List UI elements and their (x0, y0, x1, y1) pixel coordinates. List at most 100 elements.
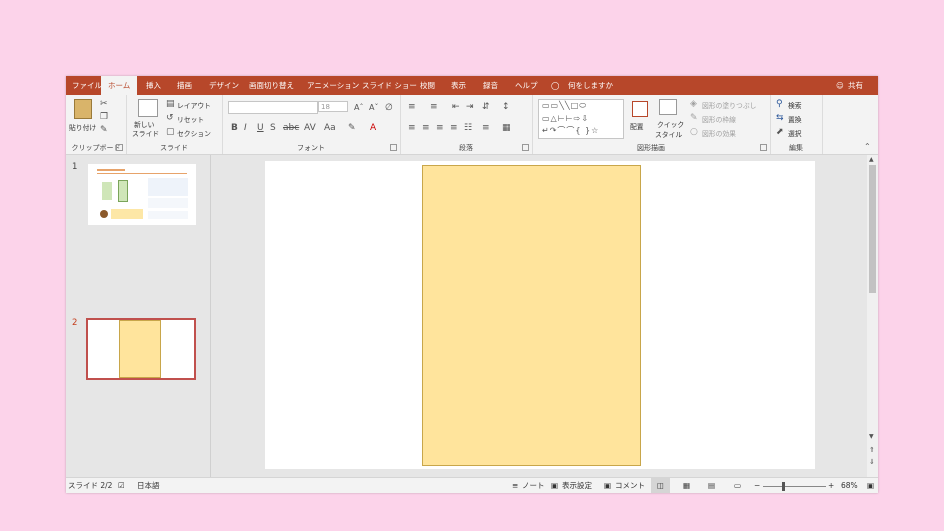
group-label-paragraph: 段落 (459, 144, 473, 152)
shape-outline-button[interactable]: 図形の枠線 (702, 114, 736, 124)
zoom-in-icon[interactable]: + (828, 478, 834, 493)
spellcheck-icon[interactable]: ☑ (118, 478, 125, 493)
grow-font-icon[interactable]: Aˆ (354, 103, 363, 113)
zoom-slider[interactable] (763, 486, 826, 487)
comments-button[interactable]: コメント (615, 478, 645, 493)
vertical-scrollbar[interactable]: ▲ ▼ ⇑ ⇓ (867, 155, 878, 477)
shapes-row-3[interactable]: ↵↷⌒⌒{ }☆ (542, 126, 599, 136)
highlight-icon[interactable]: ✎ (348, 123, 356, 133)
scroll-thumb[interactable] (869, 165, 876, 293)
find-icon: ⚲ (776, 99, 783, 109)
tab-transitions[interactable]: 画面切り替え (249, 76, 294, 95)
zoom-slider-thumb[interactable] (782, 482, 785, 491)
layout-button[interactable]: レイアウト (177, 100, 211, 110)
format-painter-icon[interactable]: ✎ (100, 125, 108, 135)
change-case-icon[interactable]: Aa (324, 123, 336, 133)
increase-indent-icon[interactable]: ⇥ (466, 102, 474, 112)
shapes-row-2[interactable]: ▭△⊢⊢⇨⇩ (542, 114, 589, 124)
normal-view-icon[interactable]: ◫ (651, 478, 671, 493)
quick-styles-label-1[interactable]: クイック (657, 119, 684, 129)
arrange-button[interactable]: 配置 (630, 121, 644, 131)
align-left-icon[interactable]: ≡ (408, 123, 416, 133)
line-spacing-icon[interactable]: ⇵ (482, 102, 490, 112)
zoom-out-icon[interactable]: − (754, 478, 760, 493)
language-indicator[interactable]: 日本語 (137, 478, 160, 493)
tab-view[interactable]: 表示 (451, 76, 466, 95)
reset-button[interactable]: リセット (177, 114, 204, 124)
strikethrough-icon[interactable]: abc (283, 123, 299, 133)
tab-file[interactable]: ファイル (72, 76, 102, 95)
shrink-font-icon[interactable]: Aˇ (369, 103, 378, 113)
replace-button[interactable]: 置換 (788, 114, 802, 124)
status-bar: スライド 2/2 ☑ 日本語 ≡ ノート ▣ 表示設定 ▣ コメント ◫ ▦ ▤… (66, 477, 878, 493)
bullets-icon[interactable]: ≡ (408, 102, 416, 112)
slide-sorter-icon[interactable]: ▦ (683, 478, 690, 493)
tab-insert[interactable]: 挿入 (146, 76, 161, 95)
underline-icon[interactable]: U (257, 123, 264, 133)
tab-animations[interactable]: アニメーション (307, 76, 359, 95)
section-button[interactable]: セクション (177, 128, 211, 138)
bold-icon[interactable]: B (231, 123, 238, 133)
cut-icon[interactable]: ✂ (100, 99, 108, 109)
reset-icon: ↺ (166, 113, 174, 123)
share-button[interactable]: 共有 (848, 76, 863, 95)
new-slide-label-2[interactable]: スライド (132, 128, 159, 138)
scroll-up-icon[interactable]: ▲ (869, 155, 874, 165)
tab-help[interactable]: ヘルプ (515, 76, 538, 95)
align-text-icon[interactable]: ≡ (482, 123, 490, 133)
font-size-input[interactable]: 18 (318, 101, 348, 112)
tab-home[interactable]: ホーム (101, 76, 138, 95)
shadow-icon[interactable]: S (270, 123, 276, 133)
shape-fill-button[interactable]: 図形の塗りつぶし (702, 100, 756, 110)
current-slide[interactable] (265, 161, 815, 469)
display-settings-button[interactable]: 表示設定 (562, 478, 592, 493)
align-center-icon[interactable]: ≡ (422, 123, 430, 133)
display-settings-icon: ▣ (551, 481, 559, 490)
font-name-input[interactable] (228, 101, 318, 114)
next-slide-icon[interactable]: ⇓ (869, 457, 875, 467)
justify-icon[interactable]: ≡ (450, 123, 458, 133)
char-spacing-icon[interactable]: AV (304, 123, 316, 133)
quick-styles-label-2[interactable]: スタイル (655, 129, 682, 139)
notes-button[interactable]: ノート (522, 478, 545, 493)
decrease-indent-icon[interactable]: ⇤ (452, 102, 460, 112)
tab-review[interactable]: 校閲 (420, 76, 435, 95)
align-right-icon[interactable]: ≡ (436, 123, 444, 133)
shape-effects-button[interactable]: 図形の効果 (702, 128, 736, 138)
numbering-icon[interactable]: ≡ (430, 102, 438, 112)
slide-thumbnail-1[interactable] (88, 164, 196, 225)
group-paragraph: ≡ ≡ ⇤ ⇥ ⇵ ↕ ≡ ≡ ≡ ≡ ☷ ≡ ▦ 段落 (400, 95, 533, 154)
dialog-launcher-icon[interactable] (522, 144, 529, 151)
find-button[interactable]: 検索 (788, 100, 802, 110)
shapes-row-1[interactable]: ▭▭╲╲□⬭ (542, 101, 587, 111)
slide-thumbnail-2[interactable] (86, 318, 196, 380)
font-color-icon[interactable]: A (370, 123, 376, 133)
group-editing: ⚲ 検索 ⇆ 置換 ⬈ 選択 編集 (770, 95, 823, 154)
tab-design[interactable]: デザイン (209, 76, 239, 95)
italic-icon[interactable]: I (244, 123, 247, 133)
smartart-icon[interactable]: ▦ (502, 123, 511, 133)
clear-format-icon[interactable]: ∅ (385, 103, 393, 113)
tab-slideshow[interactable]: スライド ショー (362, 76, 417, 95)
text-direction-icon[interactable]: ↕ (502, 102, 510, 112)
dialog-launcher-icon[interactable] (390, 144, 397, 151)
group-drawing: ▭▭╲╲□⬭ ▭△⊢⊢⇨⇩ ↵↷⌒⌒{ }☆ 配置 クイック スタイル ◈ 図形… (532, 95, 771, 154)
paste-button[interactable]: 貼り付け (69, 122, 96, 132)
scroll-down-icon[interactable]: ▼ (869, 432, 874, 442)
zoom-level[interactable]: 68% (841, 478, 858, 493)
slideshow-icon[interactable]: ▭ (734, 478, 741, 493)
shapes-gallery[interactable]: ▭▭╲╲□⬭ ▭△⊢⊢⇨⇩ ↵↷⌒⌒{ }☆ (538, 99, 624, 139)
tab-draw[interactable]: 描画 (177, 76, 192, 95)
select-button[interactable]: 選択 (788, 128, 802, 138)
tab-record[interactable]: 録音 (483, 76, 498, 95)
yellow-rectangle-shape[interactable] (422, 165, 641, 466)
fit-to-window-icon[interactable]: ▣ (867, 478, 874, 493)
copy-icon[interactable]: ❐ (100, 112, 108, 122)
columns-icon[interactable]: ☷ (464, 123, 472, 133)
tell-me-search[interactable]: 何をしますか (568, 76, 613, 95)
collapse-ribbon-icon[interactable]: ⌃ (864, 142, 871, 152)
dialog-launcher-icon[interactable] (116, 144, 123, 151)
dialog-launcher-icon[interactable] (760, 144, 767, 151)
reading-view-icon[interactable]: ▤ (708, 478, 715, 493)
previous-slide-icon[interactable]: ⇑ (869, 445, 875, 455)
